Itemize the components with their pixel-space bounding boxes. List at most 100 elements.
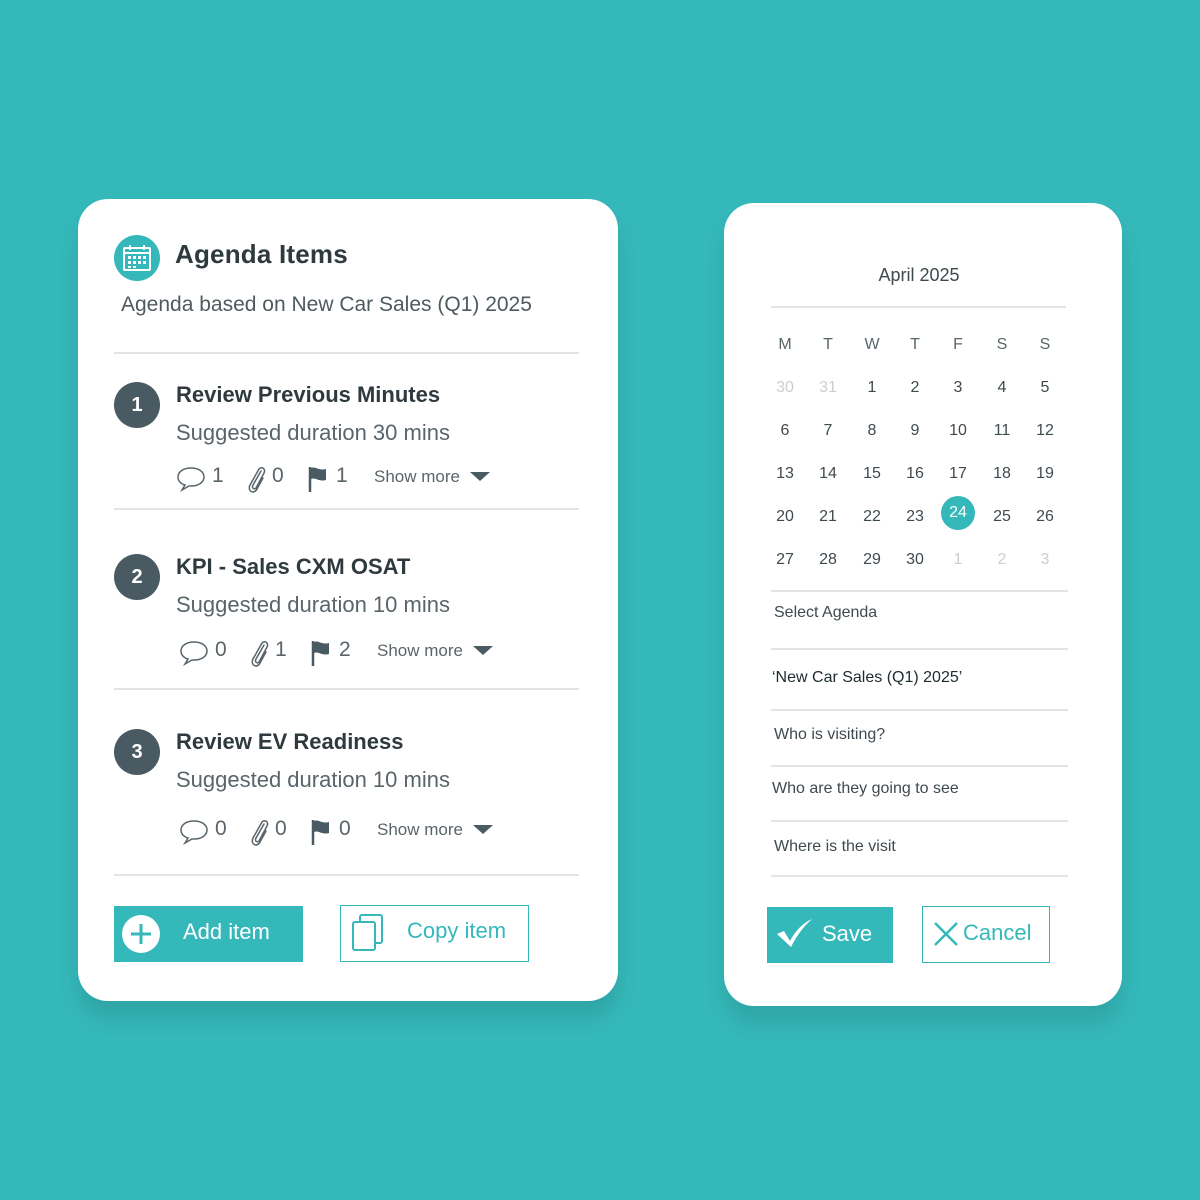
calendar-day[interactable]: 21 <box>810 504 846 538</box>
item-number-badge: 3 <box>114 729 160 775</box>
weekday-header-row: MTWTFSS <box>767 328 1069 371</box>
show-more-link[interactable]: Show more <box>377 820 494 840</box>
flag-icon[interactable] <box>308 464 328 499</box>
calendar-day[interactable]: 3 <box>940 375 976 409</box>
calendar-day[interactable]: 31 <box>810 375 846 409</box>
week-row: 6 7 8 9 10 11 12 <box>767 414 1069 457</box>
show-more-label: Show more <box>377 641 463 660</box>
calendar-day[interactable]: 9 <box>897 418 933 452</box>
flag-count: 1 <box>336 464 348 487</box>
calendar-day[interactable]: 30 <box>897 547 933 581</box>
calendar-day[interactable]: 10 <box>940 418 976 452</box>
calendar-icon <box>114 235 160 281</box>
paperclip-icon[interactable] <box>249 638 271 673</box>
calendar-day[interactable]: 7 <box>810 418 846 452</box>
cancel-label: Cancel <box>963 920 1032 945</box>
calendar-grid: M T W T F S S 30 31 1 2 3 4 5 6 7 8 9 10 11 12 13 14 15 16 17 18 19… <box>767 328 1069 586</box>
week-row: 20 21 22 23 24 25 26 <box>767 496 1069 543</box>
item-number-badge: 2 <box>114 554 160 600</box>
copy-item-button[interactable]: Copy item <box>340 905 529 962</box>
calendar-day[interactable]: 23 <box>897 504 933 538</box>
selected-agenda-field[interactable]: ‘New Car Sales (Q1) 2025’ <box>772 669 962 687</box>
calendar-card: April 2025 M T W T F S S 30 31 1 2 3 4 5 6 7 8 9 10 11 12 13 1… <box>724 203 1122 1006</box>
divider <box>771 709 1068 711</box>
chevron-down-icon <box>472 646 493 655</box>
weekday-label: M <box>778 336 792 353</box>
calendar-day[interactable]: 26 <box>1027 504 1063 538</box>
checkmark-icon <box>777 919 812 947</box>
calendar-day[interactable]: 28 <box>810 547 846 581</box>
save-label: Save <box>822 921 873 946</box>
agenda-item[interactable]: 3 Review EV Readiness Suggested duration… <box>114 729 584 879</box>
item-meta: 0 1 2 Show more <box>176 638 596 668</box>
divider <box>771 648 1068 650</box>
show-more-label: Show more <box>374 467 460 486</box>
item-title: Review Previous Minutes <box>176 382 441 407</box>
calendar-day[interactable]: 5 <box>1027 375 1063 409</box>
comment-icon[interactable] <box>179 638 209 671</box>
calendar-day[interactable]: 22 <box>854 504 890 538</box>
agenda-subtitle: Agenda based on New Car Sales (Q1) 2025 <box>121 293 532 316</box>
item-duration: Suggested duration 10 mins <box>176 592 450 617</box>
save-button[interactable]: Save <box>767 907 893 963</box>
weekday-label: W <box>864 336 880 353</box>
add-item-button[interactable]: Add item <box>114 906 303 962</box>
calendar-day[interactable]: 20 <box>767 504 803 538</box>
calendar-day[interactable]: 2 <box>984 547 1020 581</box>
agenda-title: Agenda Items <box>175 239 348 269</box>
flag-icon[interactable] <box>311 638 331 673</box>
visitor-field[interactable]: Who is visiting? <box>774 726 885 744</box>
calendar-day[interactable]: 25 <box>984 504 1020 538</box>
calendar-day[interactable]: 27 <box>767 547 803 581</box>
calendar-day[interactable]: 4 <box>984 375 1020 409</box>
seeing-field[interactable]: Who are they going to see <box>772 780 959 798</box>
cancel-button[interactable]: Cancel <box>922 906 1050 963</box>
paperclip-icon[interactable] <box>249 817 271 852</box>
show-more-link[interactable]: Show more <box>377 641 494 661</box>
calendar-day[interactable]: 14 <box>810 461 846 495</box>
item-title: Review EV Readiness <box>176 729 404 754</box>
copy-icon <box>352 914 383 951</box>
week-row: 27 28 29 30 1 2 3 <box>767 543 1069 586</box>
copy-item-label: Copy item <box>407 918 507 943</box>
weekday-label: F <box>953 336 963 353</box>
location-field[interactable]: Where is the visit <box>774 838 896 856</box>
comment-icon[interactable] <box>179 817 209 850</box>
weekday-label: S <box>996 336 1008 353</box>
calendar-day[interactable]: 11 <box>984 418 1020 452</box>
calendar-day[interactable]: 6 <box>767 418 803 452</box>
calendar-day-selected[interactable]: 24 <box>941 496 975 530</box>
calendar-day[interactable]: 12 <box>1027 418 1063 452</box>
agenda-item[interactable]: 2 KPI - Sales CXM OSAT Suggested duratio… <box>114 554 584 704</box>
comment-count: 0 <box>215 817 227 840</box>
calendar-day[interactable]: 19 <box>1027 461 1063 495</box>
flag-icon[interactable] <box>311 817 331 852</box>
weekday-label: T <box>823 336 833 353</box>
calendar-day[interactable]: 29 <box>854 547 890 581</box>
show-more-link[interactable]: Show more <box>374 467 491 487</box>
calendar-day[interactable]: 16 <box>897 461 933 495</box>
calendar-day[interactable]: 13 <box>767 461 803 495</box>
calendar-day[interactable]: 8 <box>854 418 890 452</box>
comment-icon[interactable] <box>176 464 206 497</box>
month-label: April 2025 <box>878 265 960 285</box>
divider <box>114 874 579 876</box>
calendar-day[interactable]: 2 <box>897 375 933 409</box>
attachment-count: 0 <box>272 464 284 487</box>
item-meta: 1 0 1 Show more <box>176 464 596 494</box>
calendar-day[interactable]: 3 <box>1027 547 1063 581</box>
calendar-day[interactable]: 1 <box>940 547 976 581</box>
divider <box>771 306 1066 308</box>
calendar-day[interactable]: 17 <box>940 461 976 495</box>
divider <box>114 508 579 510</box>
calendar-day[interactable]: 18 <box>984 461 1020 495</box>
divider <box>771 875 1068 877</box>
weekday-label: S <box>1039 336 1051 353</box>
calendar-day[interactable]: 15 <box>854 461 890 495</box>
paperclip-icon[interactable] <box>246 464 268 499</box>
calendar-day[interactable]: 1 <box>854 375 890 409</box>
comment-count: 1 <box>212 464 224 487</box>
add-item-label: Add item <box>183 919 270 944</box>
item-title: KPI - Sales CXM OSAT <box>176 554 411 579</box>
calendar-day[interactable]: 30 <box>767 375 803 409</box>
